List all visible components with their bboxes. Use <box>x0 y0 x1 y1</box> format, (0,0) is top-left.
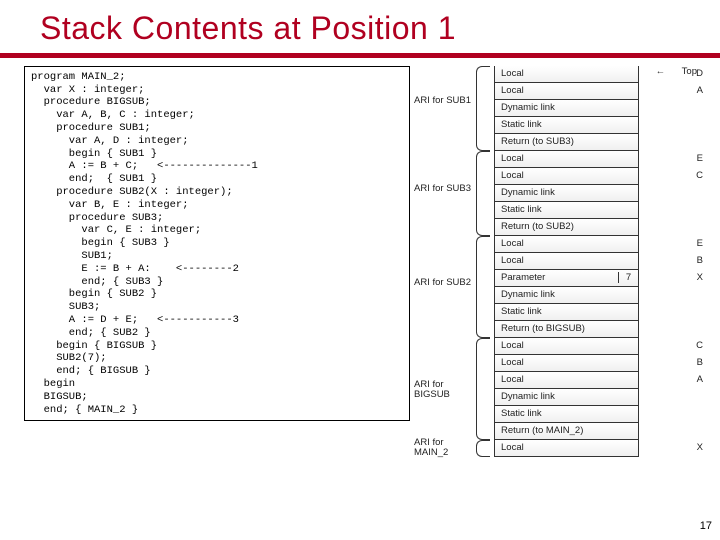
stack-cell: Local <box>494 151 639 168</box>
stack-cell-label: Return (to MAIN_2) <box>495 425 638 436</box>
stack-cell-label: Dynamic link <box>495 391 638 402</box>
stack-cell-varname: B <box>697 255 703 266</box>
stack-cell-label: Local <box>495 255 638 266</box>
ari-label-sub1: ARI for SUB1 <box>414 96 474 106</box>
stack-cell: Return (to BIGSUB) <box>494 321 639 338</box>
stack-cell: Return (to MAIN_2) <box>494 423 639 440</box>
stack-cell-label: Local <box>495 170 638 181</box>
stack-cell: Return (to SUB3) <box>494 134 639 151</box>
stack-cell-label: Parameter <box>495 272 618 283</box>
stack-cell-label: Return (to BIGSUB) <box>495 323 638 334</box>
ari-label-sub2: ARI for SUB2 <box>414 278 474 288</box>
bracket-sub1 <box>476 66 490 151</box>
page-title: Stack Contents at Position 1 <box>0 0 720 53</box>
stack-cell-varname: C <box>696 340 703 351</box>
ari-label-bigsub: ARI for BIGSUB <box>414 380 474 401</box>
ari-label-main2: ARI for MAIN_2 <box>414 438 474 459</box>
stack-cell-label: Dynamic link <box>495 102 638 113</box>
stack-cell: Local <box>494 355 639 372</box>
stack-cell-label: Local <box>495 374 638 385</box>
top-pointer: Top <box>682 66 697 77</box>
stack-cell-label: Dynamic link <box>495 187 638 198</box>
stack-cell-label: Local <box>495 85 638 96</box>
stack-cell-label: Static link <box>495 306 638 317</box>
stack-cell: Return (to SUB2) <box>494 219 639 236</box>
code-listing: program MAIN_2; var X : integer; procedu… <box>24 66 410 422</box>
stack-cell-varname: B <box>697 357 703 368</box>
stack-cell-varname: D <box>696 68 703 79</box>
stack-cell-label: Static link <box>495 204 638 215</box>
stack-cell-label: Dynamic link <box>495 289 638 300</box>
ari-label-sub3: ARI for SUB3 <box>414 184 474 194</box>
stack-cell-varname: E <box>697 238 703 249</box>
stack-cell: Static link <box>494 117 639 134</box>
stack-cell-label: Local <box>495 340 638 351</box>
stack-cell-label: Local <box>495 153 638 164</box>
stack-cell: Local <box>494 83 639 100</box>
stack-diagram: Top Local D Local A Dynamic link Static link R… <box>414 66 714 422</box>
stack-cell: Local <box>494 338 639 355</box>
stack-cell: Local <box>494 168 639 185</box>
stack-cell: Dynamic link <box>494 389 639 406</box>
page-number: 17 <box>700 520 712 532</box>
stack-cell-label: Local <box>495 442 638 453</box>
bracket-sub2 <box>476 236 490 338</box>
stack-cell-value: 7 <box>618 272 638 283</box>
stack-cell-varname: X <box>697 272 703 283</box>
stack-cell-varname: A <box>697 374 703 385</box>
bracket-main2 <box>476 440 490 457</box>
stack-cell: Parameter7 <box>494 270 639 287</box>
stack-cell: Local <box>494 236 639 253</box>
stack-cell-varname: X <box>697 442 703 453</box>
stack-cell: Local <box>494 372 639 389</box>
stack-cell: Static link <box>494 202 639 219</box>
bracket-sub3 <box>476 151 490 236</box>
stack-cell: Static link <box>494 406 639 423</box>
stack-cell: Dynamic link <box>494 287 639 304</box>
stack-cell-label: Local <box>495 68 638 79</box>
bracket-bigsub <box>476 338 490 440</box>
stack-cell-label: Local <box>495 357 638 368</box>
stack-cell: Local <box>494 66 639 83</box>
stack-cell-label: Return (to SUB2) <box>495 221 638 232</box>
stack-cell-label: Static link <box>495 408 638 419</box>
stack-cell: Local <box>494 440 639 457</box>
stack-cell-varname: E <box>697 153 703 164</box>
stack-column: Top LocalDLocalADynamic linkStatic linkR… <box>494 66 639 457</box>
stack-cell-label: Static link <box>495 119 638 130</box>
stack-cell-label: Return (to SUB3) <box>495 136 638 147</box>
stack-cell: Static link <box>494 304 639 321</box>
content-row: program MAIN_2; var X : integer; procedu… <box>0 66 720 422</box>
stack-cell: Local <box>494 253 639 270</box>
stack-cell: Dynamic link <box>494 100 639 117</box>
stack-cell-label: Local <box>495 238 638 249</box>
stack-cell-varname: C <box>696 170 703 181</box>
stack-cell-varname: A <box>697 85 703 96</box>
stack-cell: Dynamic link <box>494 185 639 202</box>
title-underline <box>0 53 720 58</box>
